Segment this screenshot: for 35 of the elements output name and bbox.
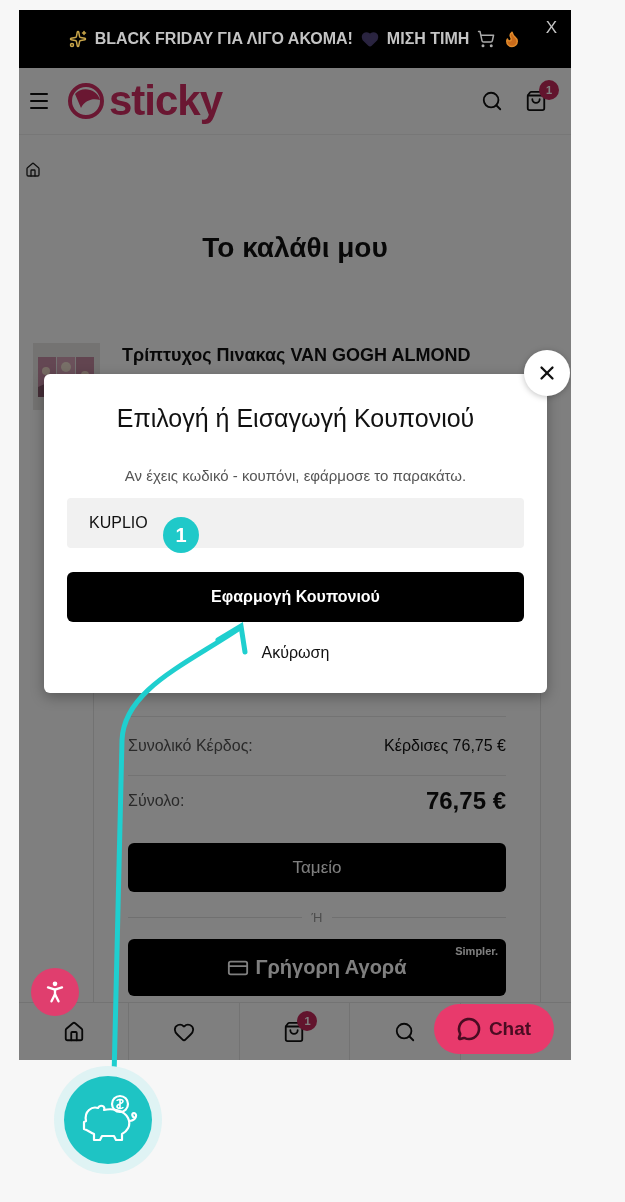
cart-count-badge: 1 (297, 1010, 318, 1031)
promo-text: BLACK FRIDAY ΓΙΑ ΛΙΓΟ ΑΚΟΜΑ! (94, 30, 353, 48)
product-title: Τρίπτυχος Πινακας VAN GOGH ALMOND (122, 345, 471, 367)
heart-icon (360, 30, 379, 48)
savings-amount: Κέρδισες 76,75 € (384, 737, 506, 755)
logo-text: sticky (109, 80, 223, 122)
summary-label: Σύνολο: (128, 792, 185, 810)
promo-text: ΜΙΣΗ ΤΙΜΗ (386, 30, 470, 48)
search-button[interactable] (481, 90, 503, 112)
close-button[interactable]: X (543, 16, 559, 40)
search-icon (393, 1020, 416, 1043)
dialog-hint: Αν έχεις κωδικό - κουπόνι, εφάρμοσε το παρακάτω. (123, 466, 468, 486)
chat-button[interactable]: Chat (434, 1004, 554, 1054)
cart-count-badge: 1 (539, 80, 559, 100)
cancel-link[interactable]: Ακύρωση (261, 643, 330, 663)
checkout-button[interactable]: Ταμείο (128, 843, 506, 892)
home-icon (62, 1020, 85, 1043)
quick-buy-button[interactable]: Γρήγορη Αγορά Simpler. (128, 939, 506, 996)
nav-tab[interactable] (393, 1020, 416, 1043)
apply-coupon-button[interactable]: Εφαρμογή Κουπονιού (67, 572, 524, 622)
piggy-bank-icon (54, 1066, 162, 1174)
sticker-logo-icon (67, 82, 105, 120)
search-icon (481, 90, 503, 112)
nav-tab[interactable] (62, 1020, 85, 1043)
dialog-title: Επιλογή ή Εισαγωγή Κουπονιού (115, 403, 476, 434)
close-button[interactable] (524, 350, 570, 396)
accessibility-button[interactable] (31, 968, 79, 1016)
total-amount: 76,75 € (425, 787, 506, 815)
speech-bubble-icon (456, 1017, 481, 1041)
summary-label: Συνολικό Κέρδος: (128, 737, 253, 755)
home-icon[interactable] (25, 162, 41, 178)
brand-label: Simpler. (455, 945, 498, 957)
page-title: Το καλάθι μου (201, 231, 389, 265)
sparkles-icon (68, 30, 87, 48)
cart-icon (477, 30, 496, 48)
